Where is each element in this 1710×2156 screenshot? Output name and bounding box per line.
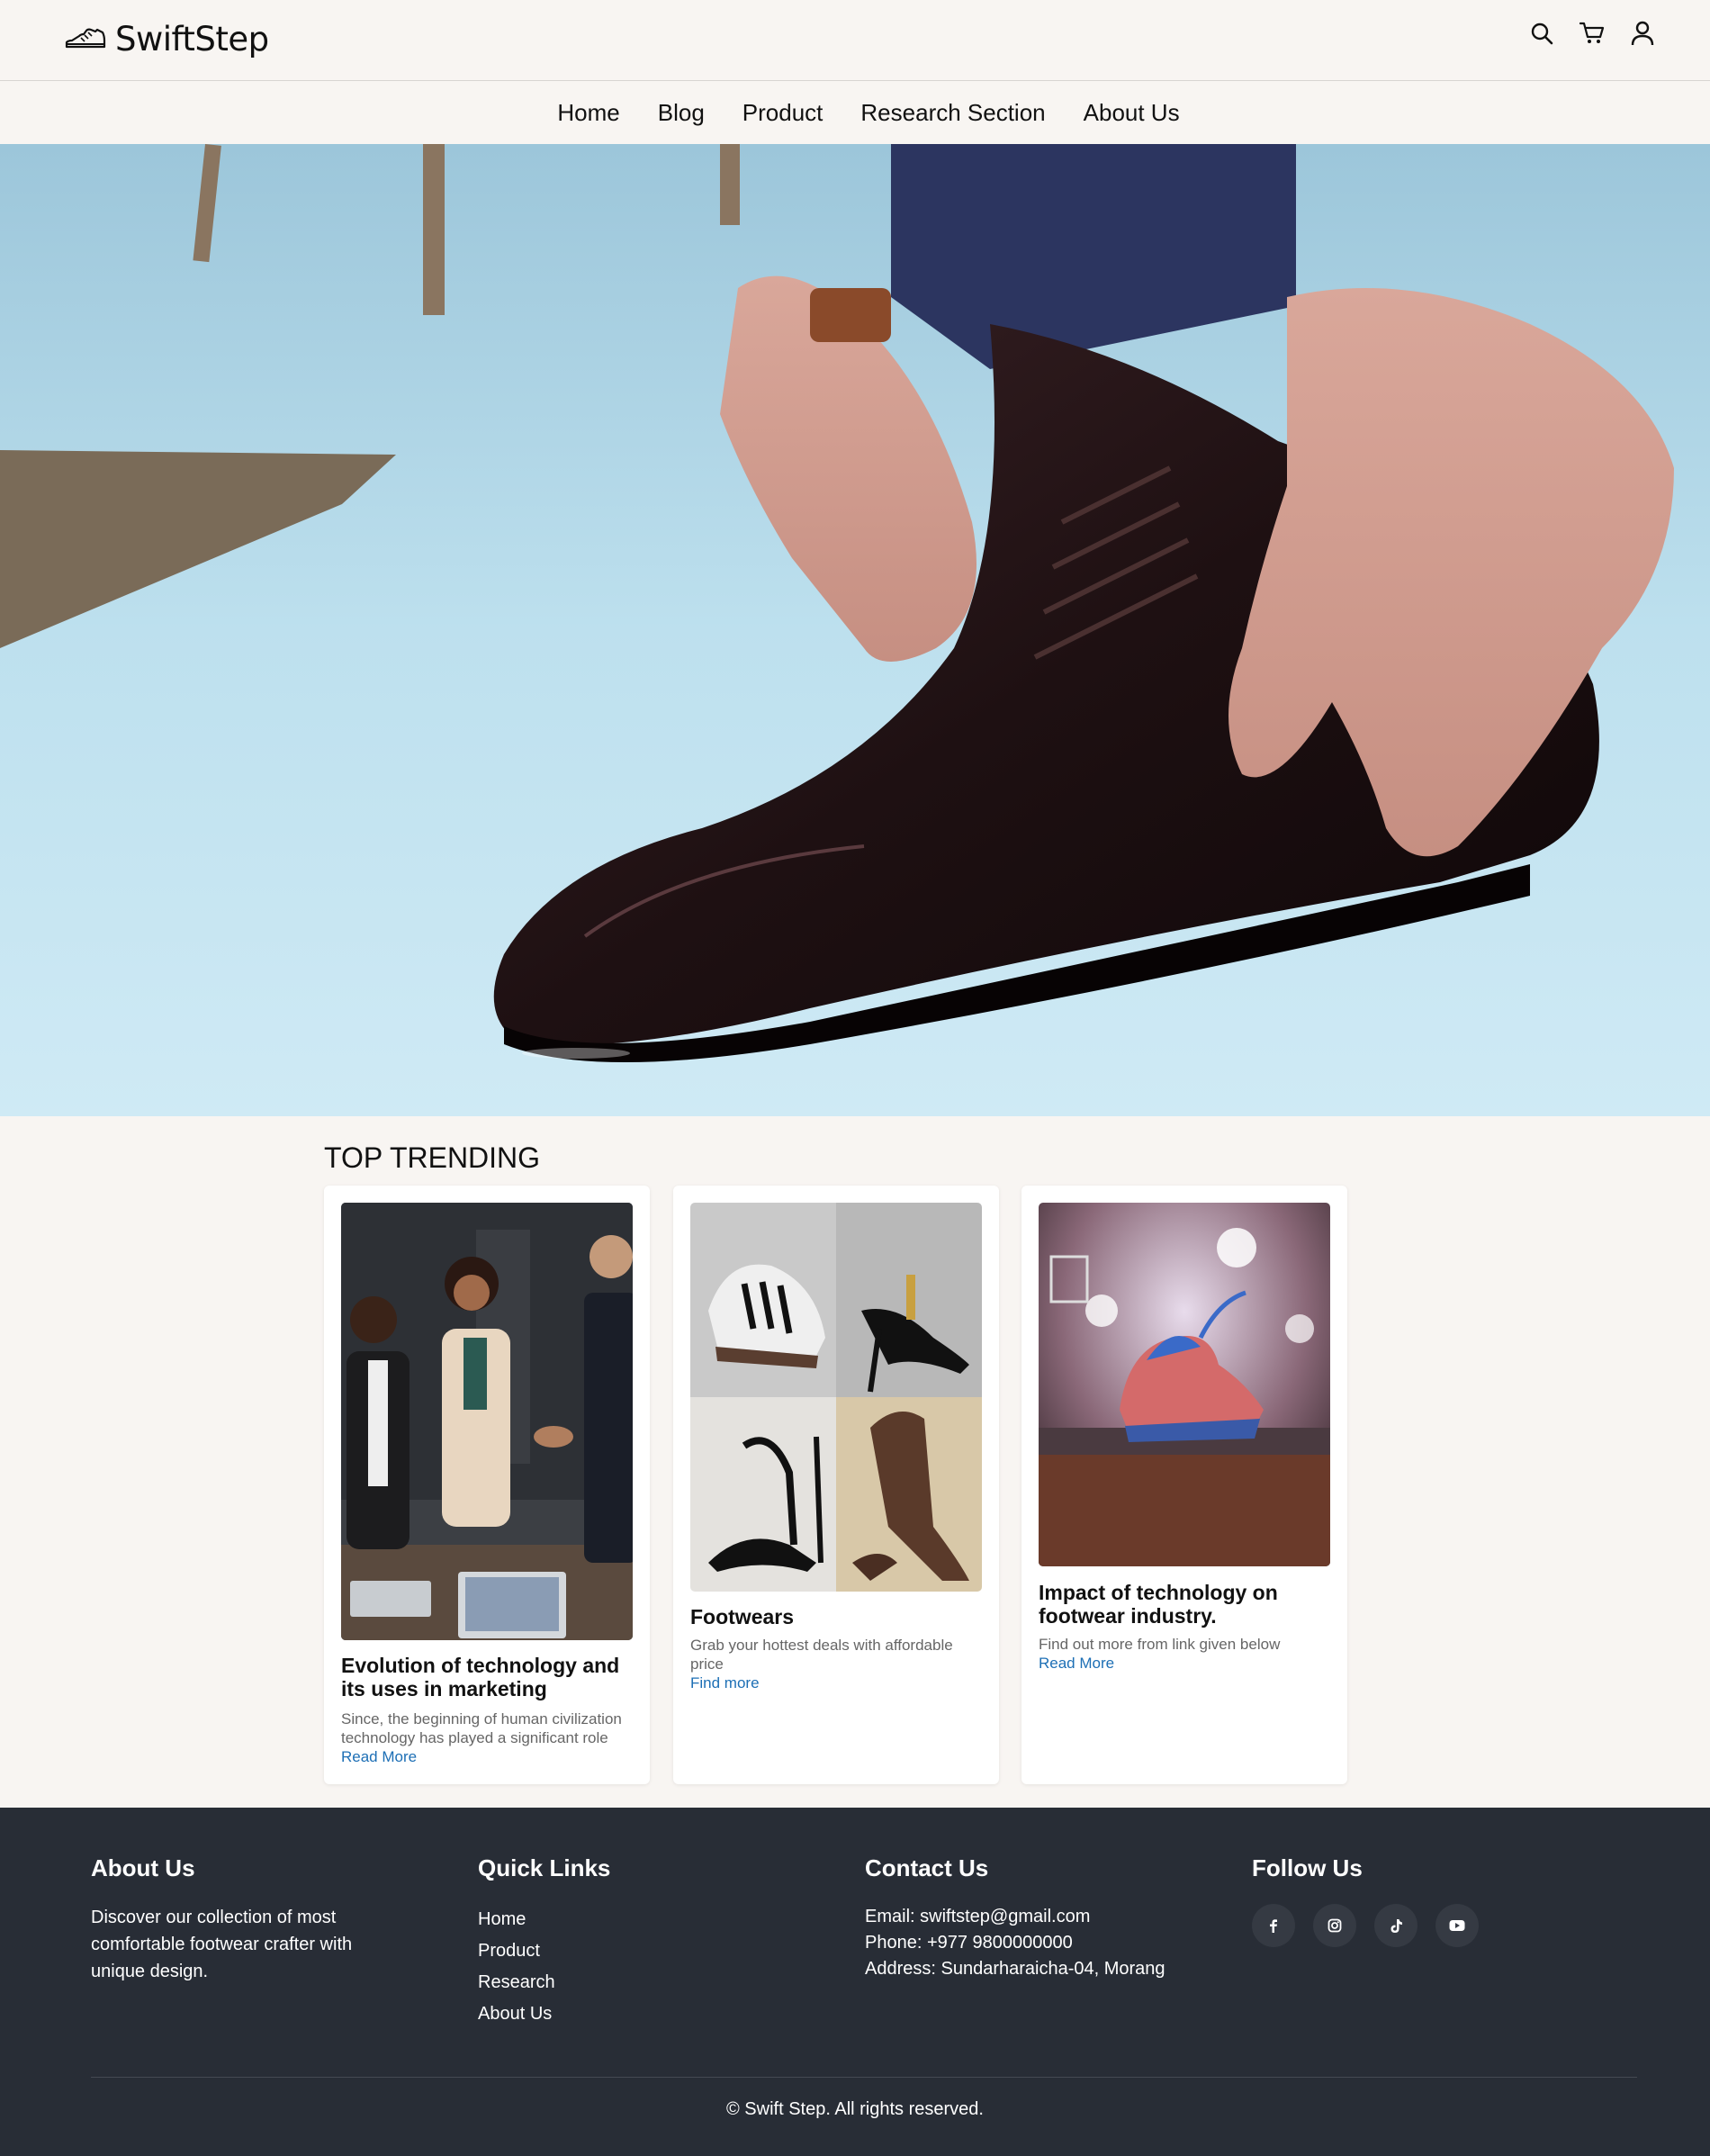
footer-heading: Contact Us [865,1854,989,1881]
card-image [1039,1203,1330,1566]
site-footer: About Us Discover our collection of most… [0,1808,1710,2156]
trending-card: Footwears Grab your hottest deals with a… [673,1186,999,1784]
section-title: TOP TRENDING [324,1141,541,1174]
nav-home[interactable]: Home [557,99,619,127]
brand-name: SwiftStep [115,19,269,59]
footer-about-text: Discover our collection of most comforta… [91,1908,353,1981]
hero-image [0,144,1710,1116]
trending-card: Impact of technology on footwear industr… [1022,1186,1347,1784]
footer-divider [91,2077,1637,2078]
footer-contact: Contact Us Email: swiftstep@gmail.com Ph… [865,1854,1166,1982]
nav-research-section[interactable]: Research Section [860,99,1045,127]
footer-link-research[interactable]: Research [478,1967,610,1998]
card-description: Find out more from link given below [1039,1636,1281,1653]
main-nav: Home Blog Product Research Section About… [0,82,1710,144]
card-title: Footwears [690,1605,795,1628]
cart-icon[interactable] [1579,20,1606,47]
shoe-icon [65,21,108,57]
nav-blog[interactable]: Blog [658,99,705,127]
youtube-icon[interactable] [1436,1904,1479,1947]
card-image [341,1203,633,1640]
read-more-link[interactable]: Read More [341,1748,417,1766]
card-image [690,1203,982,1592]
tiktok-icon[interactable] [1374,1904,1418,1947]
brand-logo[interactable]: SwiftStep [65,16,269,61]
contact-phone: Phone: +977 9800000000 [865,1933,1073,1953]
footer-heading: Quick Links [478,1854,611,1881]
card-title: Evolution of technology and its uses in … [341,1654,620,1700]
footer-link-about-us[interactable]: About Us [478,1998,610,2030]
find-more-link[interactable]: Find more [690,1674,760,1692]
card-description: Grab your hottest deals with affordable … [690,1637,953,1673]
footer-link-product[interactable]: Product [478,1935,610,1967]
search-icon[interactable] [1528,20,1555,47]
site-header: SwiftStep [0,0,1710,81]
card-title: Impact of technology on footwear industr… [1039,1581,1278,1628]
contact-email: Email: swiftstep@gmail.com [865,1907,1091,1926]
footer-about: About Us Discover our collection of most… [91,1854,388,1985]
footer-follow: Follow Us [1252,1854,1479,1947]
read-more-link[interactable]: Read More [1039,1655,1114,1673]
copyright: © Swift Step. All rights reserved. [726,2099,984,2119]
user-icon[interactable] [1629,20,1656,47]
header-actions [1528,20,1656,47]
footer-heading: Follow Us [1252,1854,1363,1881]
nav-product[interactable]: Product [742,99,824,127]
footer-heading: About Us [91,1854,195,1881]
nav-about-us[interactable]: About Us [1084,99,1180,127]
footer-quick-links: Quick Links Home Product Research About … [478,1854,610,2030]
card-description: Since, the beginning of human civilizati… [341,1710,622,1746]
facebook-icon[interactable] [1252,1904,1295,1947]
social-links [1252,1904,1479,1947]
instagram-icon[interactable] [1313,1904,1356,1947]
trending-card: Evolution of technology and its uses in … [324,1186,650,1784]
contact-address: Address: Sundarharaicha-04, Morang [865,1959,1166,1979]
footer-link-home[interactable]: Home [478,1904,610,1935]
